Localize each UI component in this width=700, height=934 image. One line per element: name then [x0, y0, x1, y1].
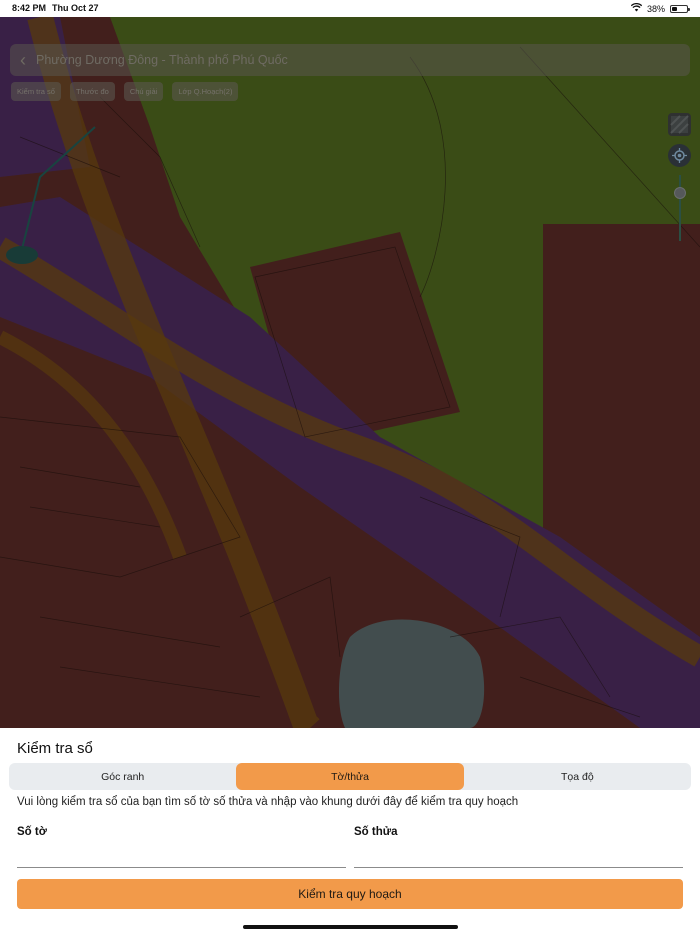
tab-to-thua[interactable]: Tờ/thửa — [236, 763, 464, 790]
so-thua-input[interactable] — [354, 846, 683, 868]
battery-percent: 38% — [646, 3, 665, 14]
back-chevron-icon[interactable]: ‹ — [10, 44, 36, 76]
tab-toa-do[interactable]: Tọa độ — [464, 763, 691, 790]
location-bar[interactable]: ‹ Phường Dương Đông - Thành phố Phú Quốc — [10, 44, 690, 76]
mode-segmented-control: Góc ranh Tờ/thửa Tọa độ — [9, 763, 691, 790]
tab-goc-ranh[interactable]: Góc ranh — [9, 763, 236, 790]
home-indicator — [243, 925, 458, 929]
wifi-icon — [630, 2, 643, 14]
status-bar: 8:42 PM Thu Oct 27 38% — [0, 0, 700, 17]
locate-button[interactable] — [668, 144, 691, 167]
locate-icon — [672, 148, 687, 163]
sheet-title: Kiểm tra sổ — [17, 740, 93, 757]
check-planning-button[interactable]: Kiểm tra quy hoạch — [17, 879, 683, 909]
opacity-slider-knob[interactable] — [674, 187, 686, 199]
so-to-input[interactable] — [17, 846, 346, 868]
status-time: 8:42 PM — [12, 3, 47, 13]
status-date: Thu Oct 27 — [52, 3, 99, 13]
layers-icon — [670, 115, 689, 134]
chip-chu-giai[interactable]: Chú giải — [123, 82, 164, 101]
map-toolbar: Kiểm tra số Thước đo Chú giải Lớp Q.Hoạc… — [11, 82, 239, 101]
battery-icon — [670, 4, 690, 13]
opacity-slider-track[interactable] — [679, 175, 681, 241]
so-to-label: Số tờ — [17, 826, 47, 838]
battery-level — [672, 6, 677, 11]
map-view[interactable]: ‹ Phường Dương Đông - Thành phố Phú Quốc… — [0, 17, 700, 728]
chip-lop-quy-hoach[interactable]: Lớp Q.Hoạch(2) — [172, 82, 239, 101]
check-sheet: Kiểm tra sổ Góc ranh Tờ/thửa Tọa độ Vui … — [0, 728, 700, 934]
instruction-text: Vui lòng kiểm tra sổ của bạn tìm số tờ s… — [17, 796, 519, 808]
chip-thuoc-do[interactable]: Thước đo — [69, 82, 115, 101]
map-dim-overlay — [0, 17, 700, 728]
map-layers-button[interactable] — [668, 113, 691, 136]
location-title: Phường Dương Đông - Thành phố Phú Quốc — [36, 53, 288, 67]
chip-kiem-tra-so[interactable]: Kiểm tra số — [11, 82, 61, 101]
so-thua-label: Số thửa — [354, 826, 398, 838]
status-right: 38% — [630, 2, 690, 14]
